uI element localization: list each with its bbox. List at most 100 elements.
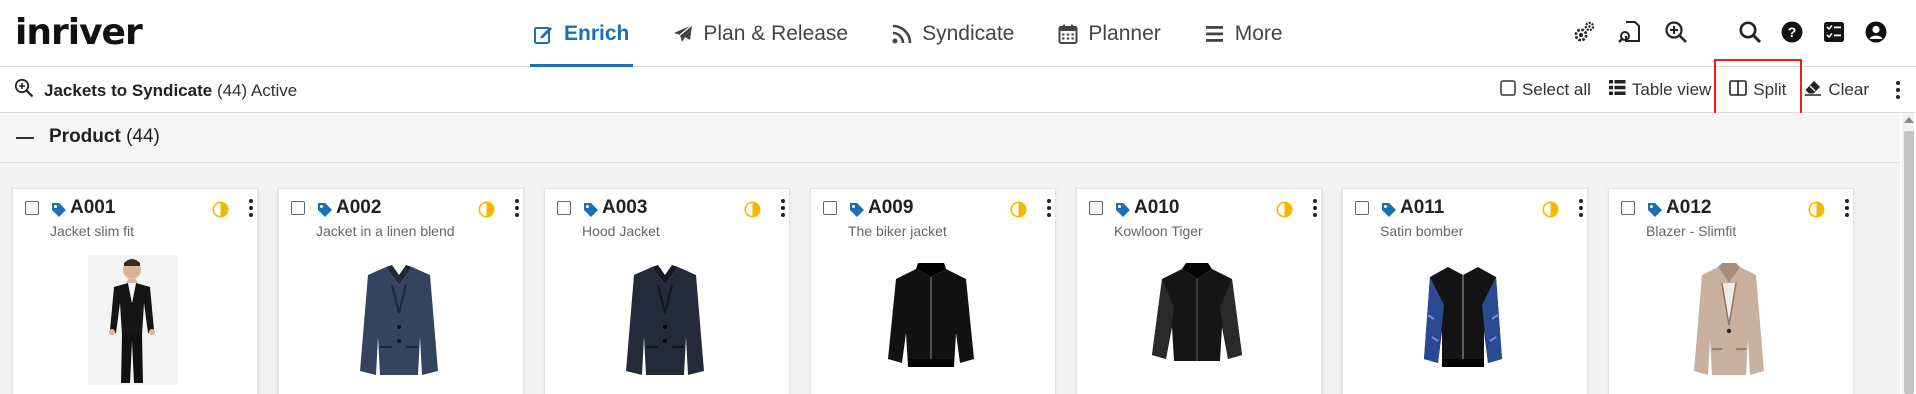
card-id[interactable]: A009 xyxy=(868,197,913,219)
product-image-varsity-jacket[interactable] xyxy=(1132,255,1262,385)
query-name: Jackets to Syndicate xyxy=(44,80,213,100)
top-navigation-bar: inriver Enrich Plan & Release Syndicate … xyxy=(0,0,1916,67)
search-icon[interactable] xyxy=(1736,18,1764,46)
hamburger-menu-icon xyxy=(1205,25,1225,43)
card-menu-button[interactable] xyxy=(1305,199,1325,217)
document-search-icon[interactable] xyxy=(1616,18,1644,46)
product-image-beige-blazer[interactable] xyxy=(1664,255,1794,385)
svg-text:?: ? xyxy=(1788,24,1797,40)
product-card[interactable]: A001 Jacket slim fit xyxy=(12,188,258,394)
card-id[interactable]: A010 xyxy=(1134,197,1179,219)
nav-more-label: More xyxy=(1234,21,1283,45)
card-checkbox[interactable] xyxy=(1355,201,1369,215)
card-name: Kowloon Tiger xyxy=(1114,223,1203,239)
query-search-icon[interactable] xyxy=(14,78,34,103)
paper-plane-icon xyxy=(673,24,693,44)
card-checkbox[interactable] xyxy=(25,201,39,215)
card-name: Satin bomber xyxy=(1380,223,1464,239)
collapse-minus-icon[interactable] xyxy=(16,137,34,139)
product-image-dark-blazer[interactable] xyxy=(600,255,730,385)
nav-plan-release[interactable]: Plan & Release xyxy=(669,0,852,67)
card-id[interactable]: A002 xyxy=(336,197,381,219)
product-image-satin-bomber[interactable] xyxy=(1398,255,1528,385)
clear-button[interactable]: Clear xyxy=(1795,67,1878,113)
vertical-dots-icon xyxy=(1571,199,1591,217)
vertical-scrollbar[interactable] xyxy=(1902,113,1914,394)
tag-icon xyxy=(51,202,67,223)
product-image-model-jacket[interactable] xyxy=(68,255,198,385)
clear-label: Clear xyxy=(1828,80,1869,99)
card-name: The biker jacket xyxy=(848,223,947,239)
product-card[interactable]: A011 Satin bomber xyxy=(1342,188,1588,394)
card-menu-button[interactable] xyxy=(241,199,261,217)
card-checkbox[interactable] xyxy=(557,201,571,215)
nav-syndicate-label: Syndicate xyxy=(922,21,1015,45)
tag-icon xyxy=(317,202,333,223)
card-menu-button[interactable] xyxy=(1571,199,1591,217)
vertical-dots-icon xyxy=(1888,81,1908,99)
table-view-button[interactable]: Table view xyxy=(1600,67,1720,113)
utility-tools-left xyxy=(1570,18,1690,46)
card-id[interactable]: A011 xyxy=(1400,197,1444,219)
product-image-biker-jacket[interactable] xyxy=(866,255,996,385)
tag-icon xyxy=(583,202,599,223)
half-complete-status-icon xyxy=(744,201,761,223)
nav-syndicate[interactable]: Syndicate xyxy=(888,0,1018,67)
scroll-up-arrow-icon[interactable] xyxy=(1904,117,1914,123)
utility-tools-right: ? xyxy=(1736,18,1890,46)
card-id[interactable]: A001 xyxy=(70,197,115,219)
card-id[interactable]: A012 xyxy=(1666,197,1711,219)
help-icon[interactable]: ? xyxy=(1778,18,1806,46)
query-actions: Select all Table view Split Clear xyxy=(1491,67,1916,113)
card-checkbox[interactable] xyxy=(1621,201,1635,215)
card-menu-button[interactable] xyxy=(773,199,793,217)
card-name: Blazer - Slimfit xyxy=(1646,223,1737,239)
product-image-linen-blazer[interactable] xyxy=(334,255,464,385)
inriver-logo[interactable]: inriver xyxy=(15,12,143,53)
split-button[interactable]: Split xyxy=(1720,67,1795,113)
task-checklist-icon[interactable] xyxy=(1820,18,1848,46)
card-menu-button[interactable] xyxy=(1039,199,1059,217)
tag-icon xyxy=(1115,202,1131,223)
eraser-icon xyxy=(1804,80,1822,101)
select-all-button[interactable]: Select all xyxy=(1491,67,1600,113)
select-all-label: Select all xyxy=(1521,80,1591,99)
card-menu-button[interactable] xyxy=(1837,199,1857,217)
tag-icon xyxy=(849,202,865,223)
card-checkbox[interactable] xyxy=(823,201,837,215)
nav-more[interactable]: More xyxy=(1201,0,1287,67)
table-view-label: Table view xyxy=(1631,80,1712,99)
product-group-header: Product (44) xyxy=(0,113,1900,163)
scrollbar-thumb[interactable] xyxy=(1904,131,1914,394)
settings-gears-icon[interactable] xyxy=(1570,18,1598,46)
user-account-icon[interactable] xyxy=(1862,18,1890,46)
product-card[interactable]: A009 The biker jacket xyxy=(810,188,1056,394)
vertical-dots-icon xyxy=(507,199,527,217)
card-checkbox[interactable] xyxy=(1089,201,1103,215)
card-name: Hood Jacket xyxy=(582,223,660,239)
card-checkbox[interactable] xyxy=(291,201,305,215)
split-columns-icon xyxy=(1729,79,1748,101)
query-count: (44) xyxy=(216,80,248,100)
card-menu-button[interactable] xyxy=(507,199,527,217)
half-complete-status-icon xyxy=(1808,201,1825,223)
group-title: Product (44) xyxy=(49,126,160,148)
card-name: Jacket in a linen blend xyxy=(316,223,455,239)
query-more-menu[interactable] xyxy=(1878,67,1916,113)
product-card[interactable]: A010 Kowloon Tiger xyxy=(1076,188,1322,394)
checkbox-icon xyxy=(1500,79,1516,101)
product-card[interactable]: A002 Jacket in a linen blend xyxy=(278,188,524,394)
half-complete-status-icon xyxy=(1276,201,1293,223)
vertical-dots-icon xyxy=(1305,199,1325,217)
zoom-in-icon[interactable] xyxy=(1662,18,1690,46)
main-navigation: Enrich Plan & Release Syndicate Planner … xyxy=(530,0,1323,67)
rss-feed-icon xyxy=(892,24,912,44)
nav-enrich[interactable]: Enrich xyxy=(530,0,634,67)
product-card[interactable]: A003 Hood Jacket xyxy=(544,188,790,394)
product-card[interactable]: A012 Blazer - Slimfit xyxy=(1608,188,1854,394)
card-id[interactable]: A003 xyxy=(602,197,647,219)
nav-planner[interactable]: Planner xyxy=(1054,0,1164,67)
vertical-dots-icon xyxy=(1039,199,1059,217)
query-status: Active xyxy=(250,80,298,100)
query-summary: Jackets to Syndicate (44) Active xyxy=(14,78,297,103)
